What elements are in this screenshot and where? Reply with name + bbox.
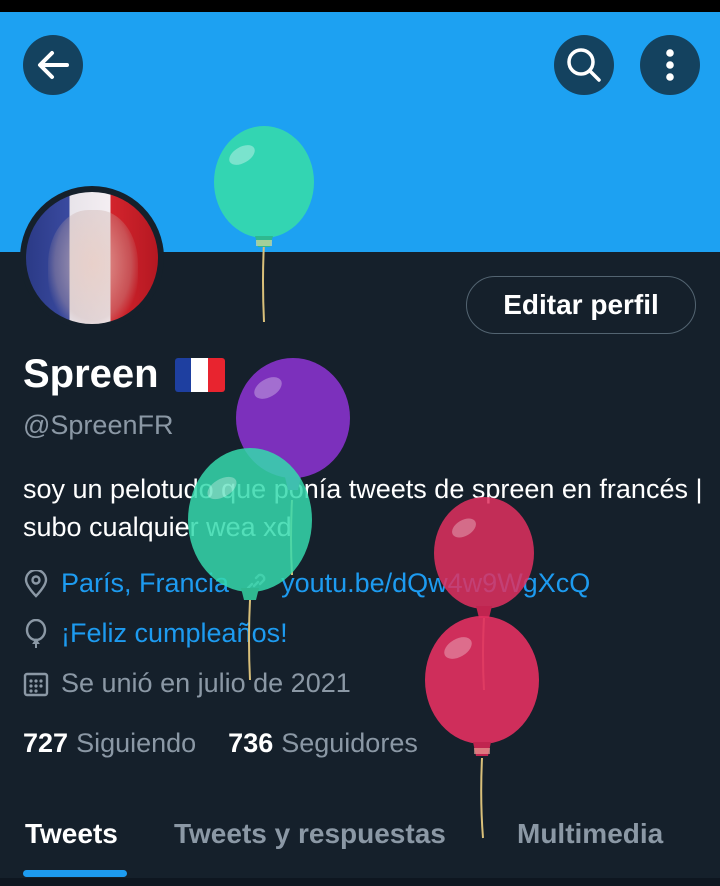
location-pin-icon xyxy=(24,569,48,598)
followers-count: 736 xyxy=(228,728,274,758)
birthday-text[interactable]: ¡Feliz cumpleaños! xyxy=(61,618,288,649)
follow-stats: 727 Siguiendo 736 Seguidores xyxy=(23,728,418,759)
profile-handle: @SpreenFR xyxy=(23,410,174,440)
balloon-red-lower xyxy=(425,616,539,839)
search-icon xyxy=(567,48,601,82)
joined-row: Se unió en julio de 2021 xyxy=(23,668,351,699)
search-button[interactable] xyxy=(554,35,614,95)
website-link[interactable]: youtu.be/dQw4w9WgXcQ xyxy=(281,568,590,599)
followers-label: Seguidores xyxy=(281,728,418,758)
following-label: Siguiendo xyxy=(76,728,197,758)
active-tab-indicator xyxy=(23,870,127,877)
link-icon xyxy=(246,573,266,595)
following-link[interactable]: 727 Siguiendo xyxy=(23,728,196,759)
profile-bio: soy un pelotudo que ponía tweets de spre… xyxy=(23,474,703,542)
followers-link[interactable]: 736 Seguidores xyxy=(228,728,418,759)
more-options-button[interactable] xyxy=(640,35,700,95)
avatar[interactable] xyxy=(26,192,158,324)
status-bar xyxy=(0,0,720,12)
avatar-face-photo xyxy=(48,210,138,324)
profile-name: Spreen xyxy=(23,352,159,396)
tab-media[interactable]: Multimedia xyxy=(517,818,663,850)
tab-tweets[interactable]: Tweets xyxy=(25,818,118,850)
profile-tabs: Tweets Tweets y respuestas Multimedia xyxy=(0,808,720,878)
following-count: 727 xyxy=(23,728,69,758)
avatar-frame[interactable] xyxy=(20,186,164,330)
tab-divider xyxy=(0,878,720,886)
more-vertical-icon xyxy=(666,49,674,81)
back-button[interactable] xyxy=(23,35,83,95)
birthday-row: ¡Feliz cumpleaños! xyxy=(23,618,288,649)
calendar-icon xyxy=(23,672,49,696)
location-website-row: París, Francia youtu.be/dQw4w9WgXcQ xyxy=(23,568,590,599)
arrow-left-icon xyxy=(38,51,69,79)
tab-tweets-replies[interactable]: Tweets y respuestas xyxy=(174,818,446,850)
name-row: Spreen xyxy=(23,352,225,397)
joined-date: Se unió en julio de 2021 xyxy=(61,668,351,698)
france-flag-icon xyxy=(174,357,225,392)
balloon-icon xyxy=(25,618,47,648)
edit-profile-button[interactable]: Editar perfil xyxy=(466,276,696,334)
location-link[interactable]: París, Francia xyxy=(61,568,229,599)
